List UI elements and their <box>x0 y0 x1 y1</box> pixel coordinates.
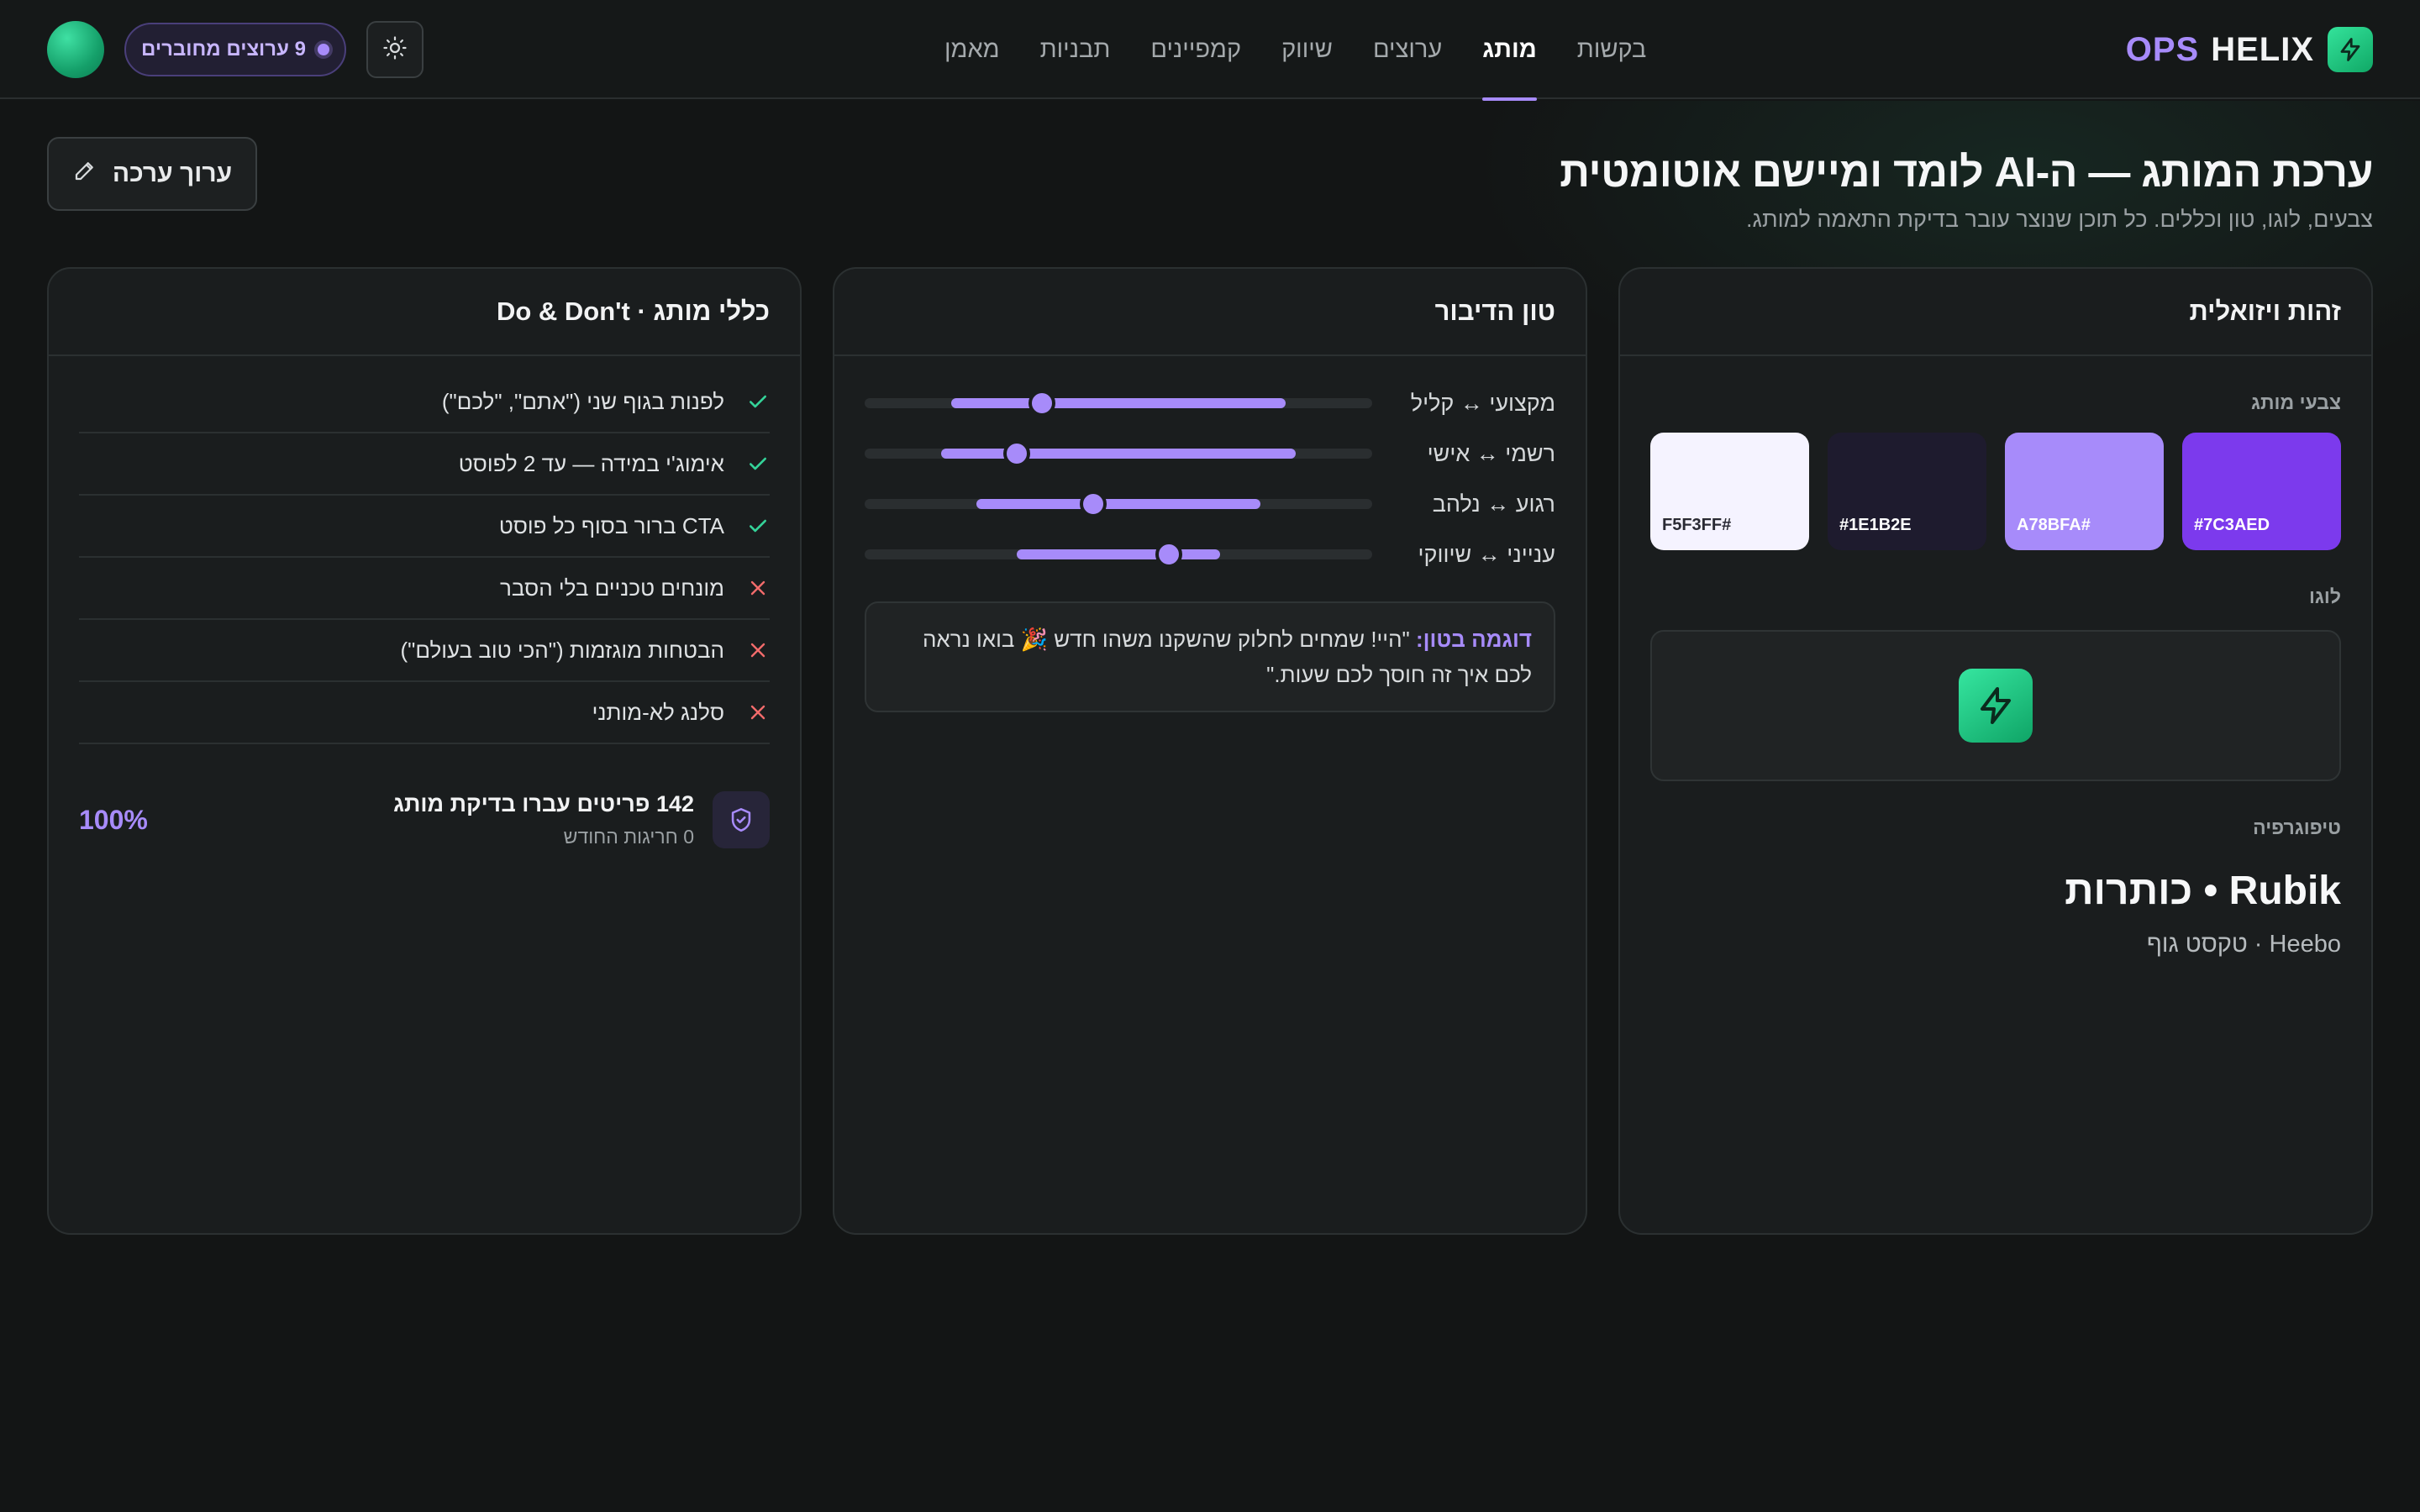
tone-slider[interactable] <box>865 491 1372 517</box>
connected-channels-label: 9 ערוצים מחוברים <box>141 38 306 60</box>
pencil-icon <box>72 158 97 190</box>
check-icon <box>746 390 770 413</box>
tone-slider-label: מקצועי ↔ קליל <box>1410 390 1555 416</box>
rule-text: הבטחות מוגזמות ("הכי טוב בעולם") <box>400 637 724 663</box>
tone-slider-range <box>940 449 1297 459</box>
logo-preview[interactable] <box>1650 630 2341 781</box>
color-code: A78BFA# <box>2017 516 2091 534</box>
x-icon <box>746 701 770 724</box>
color-code: #7C3AED <box>2194 516 2270 534</box>
status-dot <box>318 44 329 55</box>
tone-slider[interactable] <box>865 390 1372 417</box>
tone-slider-label: רשמי ↔ אישי <box>1427 440 1555 466</box>
bolt-icon <box>2328 27 2373 72</box>
brand-check-summary: 142 פריטים עברו בדיקת מותג 0 חריגות החוד… <box>79 791 770 848</box>
nav-item[interactable]: שיווק <box>1261 0 1353 99</box>
rule-do: אימוג'י במידה — עד 2 לפוסט <box>79 433 770 496</box>
connected-channels-badge[interactable]: 9 ערוצים מחוברים <box>124 23 346 76</box>
tone-slider-row: ענייני ↔ שיווקי <box>865 529 1555 580</box>
tone-slider-row: רגוע ↔ נלהב <box>865 479 1555 529</box>
edit-kit-button[interactable]: ערוך ערכה <box>47 137 257 211</box>
card-title: טון הדיבור <box>834 269 1586 356</box>
visual-identity-card: זהות ויזואלית צבעי מותג #7C3AED A78BFA# #1… <box>1618 267 2373 1235</box>
avatar[interactable] <box>47 21 104 78</box>
rule-text: CTA ברור בסוף כל פוסט <box>498 512 724 538</box>
tone-slider[interactable] <box>865 440 1372 467</box>
rule-dont: סלנג לא-מותני <box>79 682 770 744</box>
nav-item[interactable]: קמפיינים <box>1130 0 1261 99</box>
brand[interactable]: OPS HELIX <box>2126 27 2373 72</box>
color-swatch[interactable]: F5F3FF# <box>1650 433 1809 550</box>
page-title: ערכת המותג — ה-AI לומד ומיישם אוטומטית <box>1560 149 2373 196</box>
theme-toggle-button[interactable] <box>366 21 424 78</box>
tone-slider-range <box>1017 549 1220 559</box>
rule-text: לפנות בגוף שני ("אתם", "לכם") <box>441 388 724 414</box>
rule-text: אימוג'י במידה — עד 2 לפוסט <box>458 450 724 476</box>
top-bar: OPS HELIX בקשות מותג ערוצים שיווק קמפיינים תב… <box>0 0 2420 101</box>
nav-item[interactable]: מותג <box>1462 0 1557 101</box>
brand-part-helix: HELIX <box>2211 30 2314 68</box>
color-swatch[interactable]: A78BFA# <box>2005 433 2164 550</box>
rules-list: לפנות בגוף שני ("אתם", "לכם") אימוג'י במי… <box>79 371 770 744</box>
brand-part-ops: OPS <box>2125 30 2200 68</box>
rule-dont: הבטחות מוגזמות ("הכי טוב בעולם") <box>79 620 770 682</box>
rule-do: לפנות בגוף שני ("אתם", "לכם") <box>79 371 770 433</box>
typography-label: טיפוגרפיה <box>2253 816 2341 838</box>
tone-example-label: דוגמה בטון: <box>1416 627 1532 652</box>
rule-dont: מונחים טכניים בלי הסבר <box>79 558 770 620</box>
tone-slider-handle[interactable] <box>1003 440 1031 467</box>
shield-check-icon <box>713 791 770 848</box>
color-code: #1E1B2E <box>1839 516 1912 534</box>
color-code: F5F3FF# <box>1662 516 1732 534</box>
nav-item[interactable]: מאמן <box>924 0 1020 99</box>
tone-example: דוגמה בטון: "היי! שמחים לחלוק שהשקנו משה… <box>865 601 1555 712</box>
color-swatch[interactable]: #1E1B2E <box>1828 433 1986 550</box>
tone-slider-row: רשמי ↔ אישי <box>865 428 1555 479</box>
rule-text: מונחים טכניים בלי הסבר <box>499 575 724 601</box>
logo-label: לוגו <box>2308 585 2341 607</box>
rule-do: CTA ברור בסוף כל פוסט <box>79 496 770 558</box>
brand-colors-label: צבעי מותג <box>2251 391 2341 413</box>
nav-item[interactable]: ערוצים <box>1353 0 1462 99</box>
nav-item[interactable]: בקשות <box>1557 0 1667 99</box>
tone-slider-handle[interactable] <box>1028 390 1056 417</box>
nav-item[interactable]: תבניות <box>1020 0 1131 99</box>
card-title: זהות ויזואלית <box>1620 269 2371 356</box>
summary-title: 142 פריטים עברו בדיקת מותג <box>393 791 694 816</box>
color-swatches: #7C3AED A78BFA# #1E1B2E F5F3FF# <box>1650 433 2341 550</box>
summary-subtitle: 0 חריגות החודש <box>563 826 694 848</box>
x-icon <box>746 576 770 600</box>
heading-font-sample: Rubik • כותרות <box>2065 869 2341 913</box>
tone-slider-label: רגוע ↔ נלהב <box>1432 491 1555 517</box>
tone-slider-handle[interactable] <box>1079 491 1107 517</box>
main-nav: בקשות מותג ערוצים שיווק קמפיינים תבניות מאמן <box>924 0 1667 101</box>
bolt-icon <box>1959 669 2033 743</box>
x-icon <box>746 638 770 662</box>
compliance-percentage: 100% <box>79 804 148 835</box>
brand-wordmark: OPS HELIX <box>2126 31 2314 69</box>
brand-rules-card: כללי מותג · Do & Don't לפנות בגוף שני ("… <box>47 267 802 1235</box>
check-icon <box>746 452 770 475</box>
tone-slider-range <box>976 499 1261 509</box>
edit-kit-label: ערוך ערכה <box>112 160 233 187</box>
tone-slider[interactable] <box>865 541 1372 568</box>
tone-slider-handle[interactable] <box>1155 541 1183 568</box>
sun-icon <box>382 35 408 65</box>
body-font-sample: Heebo · טקסט גוף <box>2146 931 2341 958</box>
tone-slider-row: מקצועי ↔ קליל <box>865 378 1555 428</box>
tone-of-voice-card: טון הדיבור מקצועי ↔ קליל רשמי ↔ אישי רגוע … <box>833 267 1587 1235</box>
color-swatch[interactable]: #7C3AED <box>2182 433 2341 550</box>
tone-sliders: מקצועי ↔ קליל רשמי ↔ אישי רגוע ↔ נלהב עניינ… <box>865 378 1555 580</box>
card-title: כללי מותג · Do & Don't <box>49 269 800 356</box>
check-icon <box>746 514 770 538</box>
page-subtitle: צבעים, לוגו, טון וכללים. כל תוכן שנוצר ע… <box>1746 207 2373 232</box>
tone-slider-label: ענייני ↔ שיווקי <box>1418 541 1555 567</box>
tone-slider-range <box>950 398 1286 408</box>
rule-text: סלנג לא-מותני <box>592 699 724 725</box>
